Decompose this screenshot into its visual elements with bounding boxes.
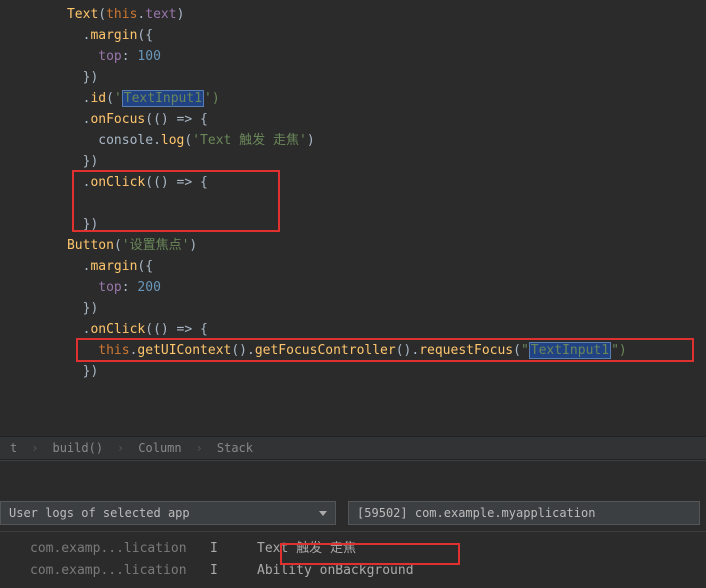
- code-line: this.getUIContext().getFocusController()…: [20, 340, 706, 361]
- code-editor[interactable]: Text(this.text) .margin({ top: 100 }) .i…: [0, 0, 706, 386]
- code-line: }): [20, 151, 706, 172]
- log-row: com.examp...lication I Text 触发 走焦: [30, 538, 706, 560]
- code-line: }): [20, 214, 706, 235]
- dropdown-label: User logs of selected app: [9, 506, 190, 520]
- code-line: .onClick(() => {: [20, 319, 706, 340]
- code-line: .margin({: [20, 256, 706, 277]
- app-select-dropdown[interactable]: [59502] com.example.myapplication: [348, 501, 700, 525]
- code-line: top: 200: [20, 277, 706, 298]
- code-line: top: 100: [20, 46, 706, 67]
- log-filter-dropdown[interactable]: User logs of selected app: [0, 501, 336, 525]
- log-panel: User logs of selected app [59502] com.ex…: [0, 460, 706, 582]
- code-line: .onFocus(() => {: [20, 109, 706, 130]
- code-line: console.log('Text 触发 走焦'): [20, 130, 706, 151]
- code-line: .id('TextInput1'): [20, 88, 706, 109]
- code-line: Text(this.text): [20, 4, 706, 25]
- code-line: }): [20, 298, 706, 319]
- log-output[interactable]: com.examp...lication I Text 触发 走焦 com.ex…: [0, 532, 706, 582]
- code-line: .onClick(() => {: [20, 172, 706, 193]
- breadcrumb: t › build() › Column › Stack: [0, 436, 706, 460]
- log-row: com.examp...lication I Ability onBackgro…: [30, 560, 706, 582]
- chevron-right-icon: ›: [196, 441, 203, 455]
- code-line: .margin({: [20, 25, 706, 46]
- chevron-down-icon: [319, 511, 327, 516]
- chevron-right-icon: ›: [117, 441, 124, 455]
- breadcrumb-item[interactable]: Column: [138, 441, 181, 455]
- code-line: }): [20, 67, 706, 88]
- breadcrumb-item[interactable]: build(): [52, 441, 103, 455]
- breadcrumb-item[interactable]: t: [10, 441, 17, 455]
- code-line: [20, 193, 706, 214]
- chevron-right-icon: ›: [31, 441, 38, 455]
- code-line: }): [20, 361, 706, 382]
- code-line: Button('设置焦点'): [20, 235, 706, 256]
- dropdown-label: [59502] com.example.myapplication: [357, 506, 595, 520]
- breadcrumb-item[interactable]: Stack: [217, 441, 253, 455]
